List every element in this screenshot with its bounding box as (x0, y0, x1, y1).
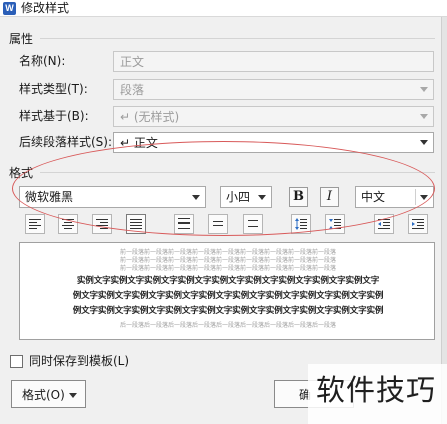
preview-sample-text: 例文字实例文字实例文字实例文字实例文字实例文字实例文字实例文字实例文字实例 (72, 291, 384, 301)
format-menu-button[interactable]: 格式(O) (11, 380, 86, 408)
title-bar: W 修改样式 (0, 0, 447, 17)
line-spacing-single-icon (213, 221, 223, 226)
format-divider (40, 172, 435, 173)
space-before-decrease-icon (329, 219, 341, 229)
next-style-value: ↵ 正文 (120, 136, 158, 150)
align-center-icon (62, 219, 74, 229)
font-size-value: 小四 (226, 190, 251, 204)
indent-increase-icon (412, 219, 424, 229)
space-before-decrease-button[interactable] (325, 214, 345, 234)
style-type-value: 段落 (120, 83, 145, 97)
align-center-button[interactable] (58, 214, 78, 234)
save-to-template-label: 同时保存到模板(L) (29, 354, 130, 368)
align-distributed-icon (178, 218, 190, 229)
font-size-select[interactable]: 小四 (220, 186, 272, 208)
format-menu-label: 格式(O) (22, 388, 65, 402)
align-left-icon (29, 219, 41, 229)
chevron-down-icon (420, 140, 428, 145)
line-spacing-1-5-button[interactable] (243, 214, 263, 234)
properties-divider (40, 38, 435, 39)
indent-increase-button[interactable] (408, 214, 428, 234)
align-justify-icon (130, 219, 142, 229)
chevron-down-icon (420, 114, 428, 119)
style-name-input[interactable]: 正文 (113, 51, 434, 72)
chevron-down-icon (420, 87, 428, 92)
window-edge (441, 17, 447, 424)
line-spacing-1-5-icon (248, 220, 258, 227)
next-style-select[interactable]: ↵ 正文 (113, 132, 434, 153)
align-right-button[interactable] (92, 214, 112, 234)
space-before-increase-icon (295, 218, 307, 230)
based-on-label: 样式基于(B): (19, 109, 89, 123)
indent-decrease-button[interactable] (374, 214, 394, 234)
style-type-label: 样式类型(T): (19, 82, 88, 96)
name-label: 名称(N): (19, 54, 66, 68)
font-name-value: 微软雅黑 (25, 190, 74, 204)
chevron-down-icon (420, 195, 428, 200)
language-select-divider (415, 189, 416, 205)
based-on-value: ↵ (无样式) (120, 110, 180, 124)
format-section-label: 格式 (9, 166, 34, 180)
align-distributed-button[interactable] (174, 214, 194, 234)
based-on-select: ↵ (无样式) (113, 106, 434, 127)
next-style-label: 后续段落样式(S): (19, 135, 113, 149)
align-right-icon (96, 219, 108, 229)
style-preview-pane: 前一段落前一段落前一段落前一段落前一段落前一段落前一段落前一段落前一段落 前一段… (19, 242, 435, 340)
italic-button[interactable]: I (320, 187, 339, 207)
watermark-text: 软件技巧 (316, 373, 437, 407)
chevron-down-icon (69, 393, 77, 398)
align-justify-button[interactable] (126, 214, 146, 234)
preview-next-paragraph: 后一段落后一段落后一段落后一段落后一段落后一段落后一段落后一段落后一段落 (119, 322, 336, 329)
font-name-select[interactable]: 微软雅黑 (19, 186, 206, 208)
dialog-title: 修改样式 (21, 1, 70, 15)
chevron-down-icon (192, 195, 200, 200)
style-name-value: 正文 (120, 55, 145, 69)
line-spacing-single-button[interactable] (208, 214, 228, 234)
chevron-down-icon (258, 195, 266, 200)
space-before-increase-button[interactable] (291, 214, 311, 234)
indent-decrease-icon (378, 219, 390, 229)
bold-button[interactable]: B (289, 187, 308, 207)
language-value: 中文 (361, 190, 386, 204)
style-type-select: 段落 (113, 79, 434, 100)
save-to-template-checkbox[interactable] (10, 355, 23, 368)
preview-sample-text: 实例文字实例文字实例文字实例文字实例文字实例文字实例文字实例文字实例文字 (76, 276, 380, 286)
properties-section-label: 属性 (9, 32, 34, 46)
align-left-button[interactable] (25, 214, 45, 234)
preview-sample-text: 例文字实例文字实例文字实例文字实例文字实例文字实例文字实例文字实例文字实例 (72, 306, 384, 316)
language-select[interactable]: 中文 (355, 186, 434, 208)
preview-previous-paragraph: 前一段落前一段落前一段落前一段落前一段落前一段落前一段落前一段落前一段落 (119, 265, 336, 272)
wps-writer-icon: W (3, 2, 16, 15)
